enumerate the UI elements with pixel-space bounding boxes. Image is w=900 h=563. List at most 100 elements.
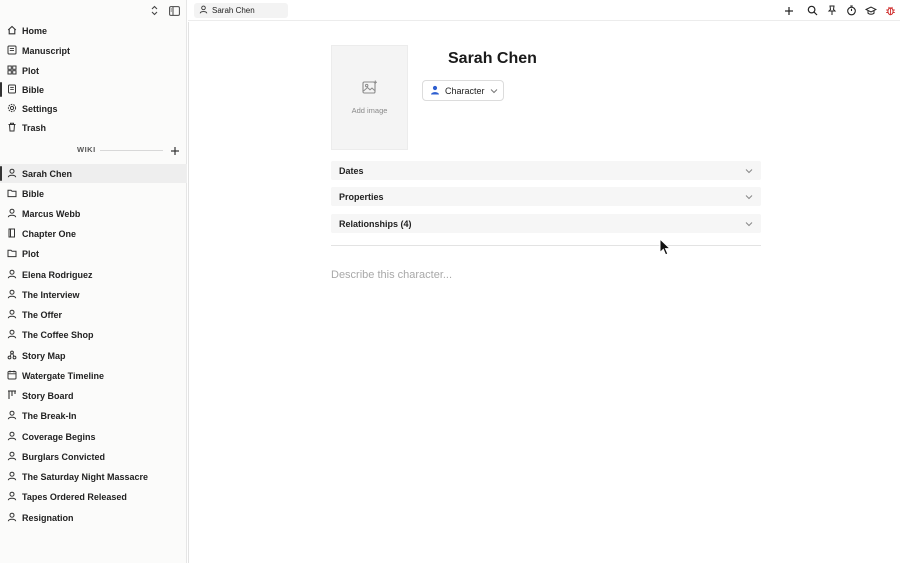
person-icon <box>7 329 17 341</box>
chapter-icon <box>7 228 17 240</box>
wiki-item-the-interview[interactable]: The Interview <box>0 285 187 304</box>
wiki-item-marcus-webb[interactable]: Marcus Webb <box>0 204 187 223</box>
timer-icon[interactable] <box>842 4 862 17</box>
folder-icon <box>7 188 17 200</box>
nav-item-bible[interactable]: Bible <box>0 80 187 99</box>
sidebar-toolbar <box>0 0 186 21</box>
add-image-label: Add image <box>351 106 388 115</box>
bug-icon[interactable] <box>881 4 900 17</box>
nav-item-plot[interactable]: Plot <box>0 61 187 80</box>
person-icon <box>199 5 208 16</box>
board-icon <box>7 389 17 402</box>
person-icon <box>7 471 17 483</box>
graduation-cap-icon[interactable] <box>861 4 881 17</box>
person-icon <box>7 289 17 301</box>
wiki-item-bible[interactable]: Bible <box>0 184 187 203</box>
wiki-item-watergate-timeline[interactable]: Watergate Timeline <box>0 366 187 385</box>
chevron-down-icon <box>490 86 498 96</box>
add-wiki-entry-icon[interactable] <box>169 144 181 156</box>
wiki-item-label: Marcus Webb <box>22 208 81 219</box>
wiki-item-label: Plot <box>22 248 39 259</box>
section-dates[interactable]: Dates <box>331 161 761 180</box>
wiki-item-label: The Offer <box>22 309 63 320</box>
content-divider <box>331 245 761 246</box>
person-icon <box>7 431 17 443</box>
tab-label: Sarah Chen <box>212 6 255 15</box>
wiki-item-the-coffee-shop[interactable]: The Coffee Shop <box>0 325 187 344</box>
sidebar-toggle-icon[interactable] <box>168 5 180 17</box>
plus-icon[interactable] <box>779 4 799 17</box>
entry-type-select[interactable]: Character <box>422 80 504 101</box>
section-label: Relationships (4) <box>339 218 412 229</box>
wiki-item-the-saturday-night-massacre[interactable]: The Saturday Night Massacre <box>0 467 187 486</box>
wiki-item-label: Tapes Ordered Released <box>22 491 127 502</box>
nav-item-label: Plot <box>22 65 39 76</box>
nav-item-label: Settings <box>22 103 58 114</box>
nav-item-manuscript[interactable]: Manuscript <box>0 41 187 60</box>
toolbar-actions <box>779 4 900 17</box>
wiki-item-label: The Saturday Night Massacre <box>22 471 149 482</box>
image-icon <box>361 80 378 100</box>
nav-item-label: Manuscript <box>22 45 71 56</box>
wiki-item-the-offer[interactable]: The Offer <box>0 305 187 324</box>
person-icon <box>7 451 17 463</box>
wiki-item-label: Burglars Convicted <box>22 451 106 462</box>
add-image-button[interactable]: Add image <box>331 45 408 150</box>
wiki-item-label: Bible <box>22 188 45 199</box>
wiki-divider <box>100 150 163 151</box>
wiki-item-tapes-ordered-released[interactable]: Tapes Ordered Released <box>0 487 187 506</box>
person-icon <box>7 168 17 180</box>
wiki-item-label: The Interview <box>22 289 80 300</box>
wiki-item-elena-rodriguez[interactable]: Elena Rodriguez <box>0 265 187 284</box>
tab-sarah-chen[interactable]: Sarah Chen <box>194 3 288 18</box>
wiki-item-label: Watergate Timeline <box>22 370 105 381</box>
nav-item-settings[interactable]: Settings <box>0 99 187 118</box>
wiki-item-label: The Coffee Shop <box>22 329 94 340</box>
trash-icon <box>7 122 17 134</box>
person-icon <box>7 309 17 321</box>
wiki-item-label: Elena Rodriguez <box>22 269 93 280</box>
wiki-item-label: Coverage Begins <box>22 431 96 442</box>
nav-item-label: Home <box>22 25 48 36</box>
search-icon[interactable] <box>803 4 823 17</box>
wiki-item-coverage-begins[interactable]: Coverage Begins <box>0 427 187 446</box>
wiki-section-header: WIKI <box>0 142 187 158</box>
character-icon <box>430 85 440 97</box>
chevron-down-icon <box>745 219 753 229</box>
wiki-item-the-break-in[interactable]: The Break-In <box>0 406 187 425</box>
wiki-item-chapter-one[interactable]: Chapter One <box>0 224 187 243</box>
person-icon <box>7 208 17 220</box>
wiki-item-label: Story Map <box>22 350 66 361</box>
pin-icon[interactable] <box>822 4 842 17</box>
mouse-cursor-icon <box>659 237 672 261</box>
wiki-item-label: Sarah Chen <box>22 168 73 179</box>
page-title[interactable]: Sarah Chen <box>448 50 537 68</box>
manuscript-icon <box>7 45 17 57</box>
nav-item-label: Bible <box>22 84 45 95</box>
timeline-icon <box>7 370 17 382</box>
person-icon <box>7 410 17 422</box>
wiki-item-story-board[interactable]: Story Board <box>0 386 187 405</box>
description-editor[interactable]: Describe this character... <box>331 269 452 281</box>
wiki-label: WIKI <box>77 145 96 154</box>
section-properties[interactable]: Properties <box>331 187 761 206</box>
bible-icon <box>7 84 17 96</box>
map-icon <box>7 350 17 362</box>
chevron-down-icon <box>745 166 753 176</box>
wiki-item-burglars-convicted[interactable]: Burglars Convicted <box>0 447 187 466</box>
top-bar: Sarah Chen <box>188 0 900 21</box>
section-label: Properties <box>339 191 384 202</box>
wiki-item-resignation[interactable]: Resignation <box>0 508 187 527</box>
wiki-item-label: The Break-In <box>22 410 77 421</box>
section-relationships[interactable]: Relationships (4) <box>331 214 761 233</box>
nav-item-home[interactable]: Home <box>0 21 187 40</box>
person-icon <box>7 269 17 281</box>
wiki-item-plot[interactable]: Plot <box>0 244 187 263</box>
wiki-item-sarah-chen[interactable]: Sarah Chen <box>0 164 187 183</box>
wiki-item-story-map[interactable]: Story Map <box>0 346 187 365</box>
person-icon <box>7 491 17 503</box>
plot-icon <box>7 65 17 77</box>
sort-icon[interactable] <box>148 5 160 17</box>
nav-item-trash[interactable]: Trash <box>0 118 187 137</box>
settings-icon <box>7 103 17 115</box>
